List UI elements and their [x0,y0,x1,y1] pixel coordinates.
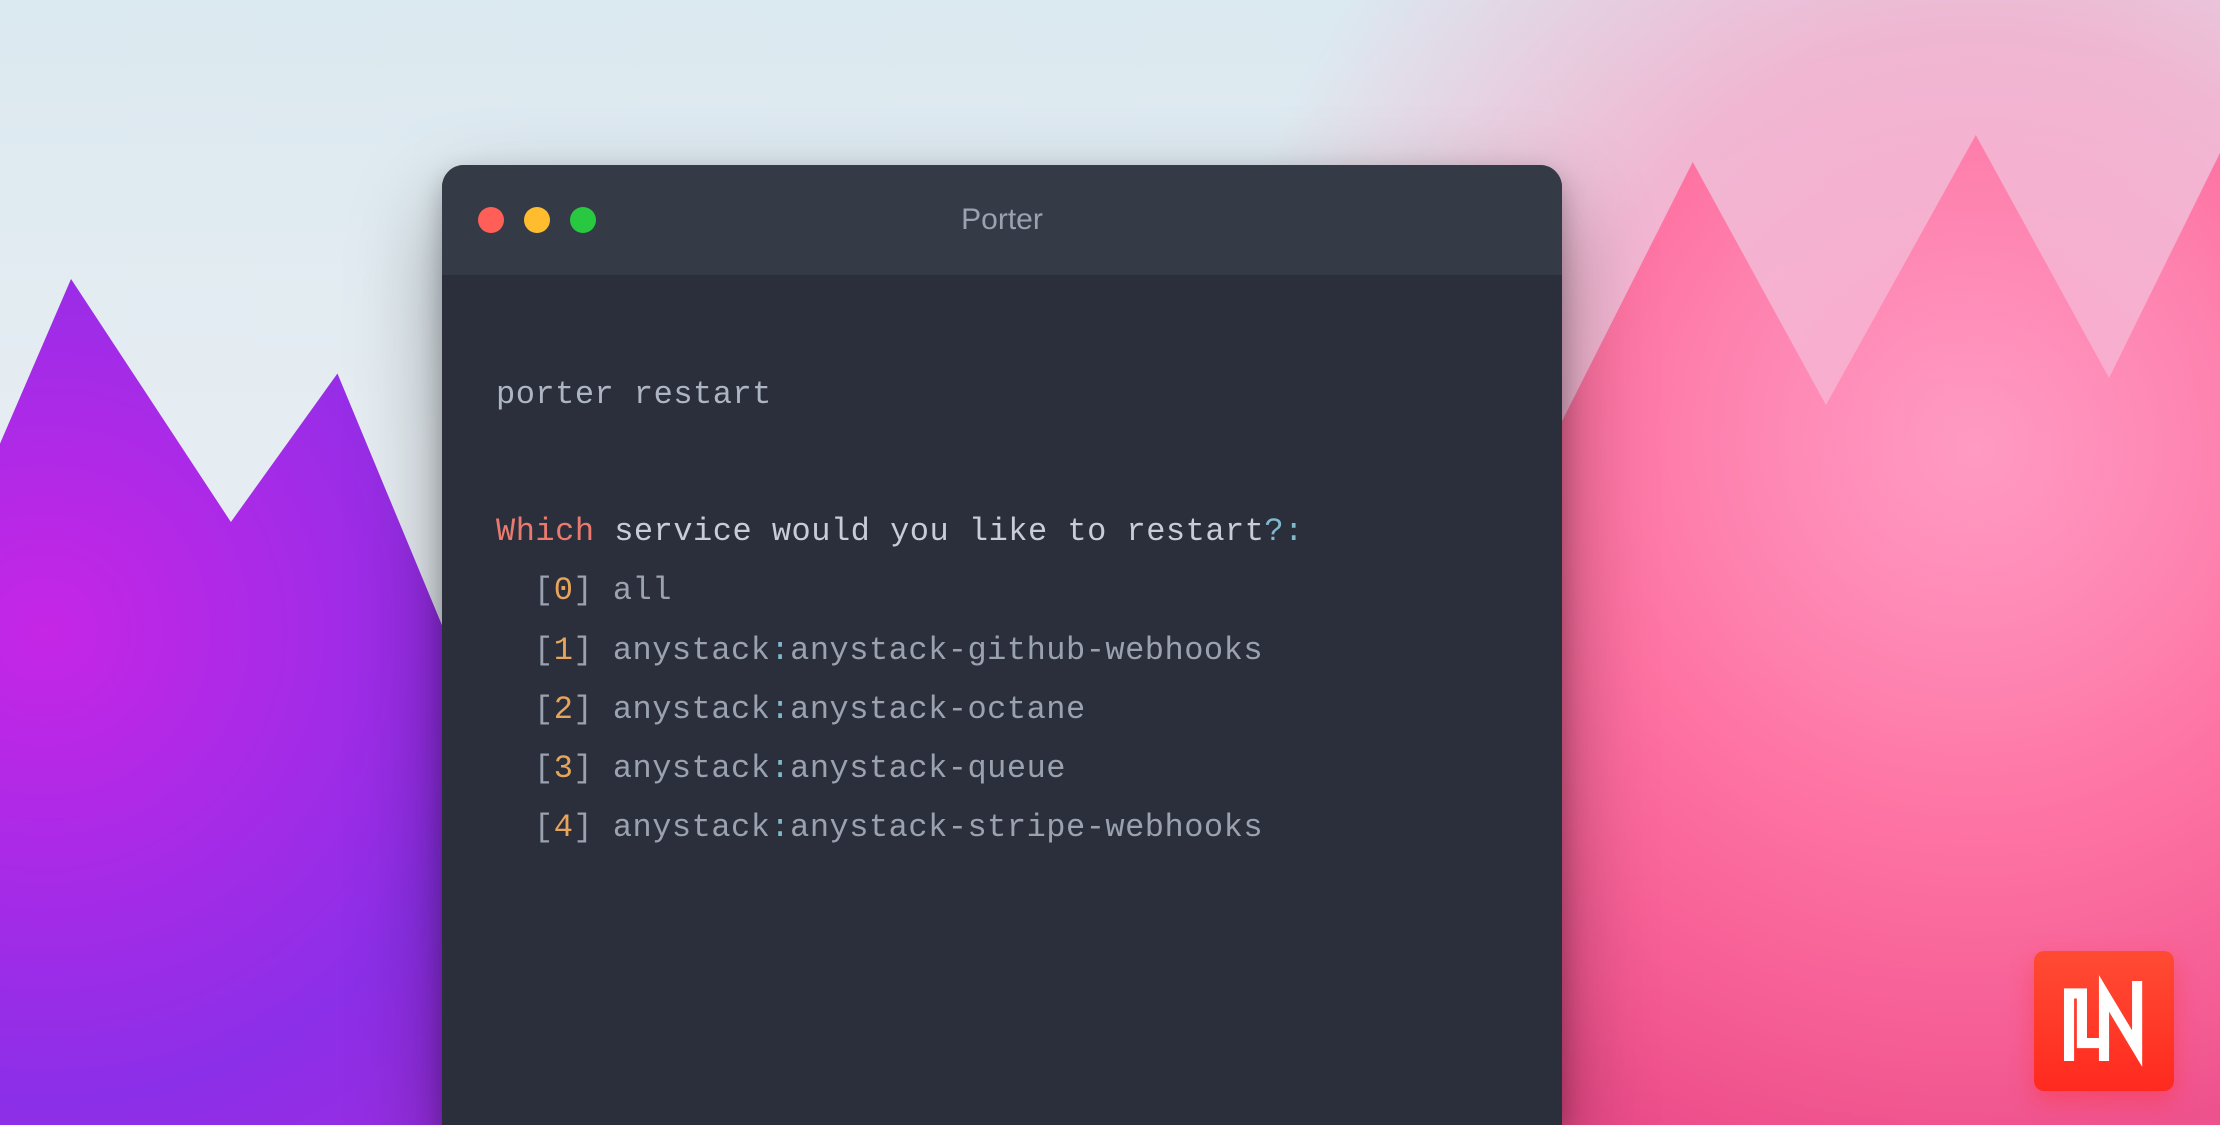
prompt-which: Which [496,513,595,550]
option-label-pre: anystack [613,750,771,787]
option-label-post: anystack-github-webhooks [790,632,1263,669]
terminal-body[interactable]: porter restart Which service would you l… [442,275,1562,857]
bracket-open: [ [534,691,554,728]
separator-colon: : [770,750,790,787]
maximize-button[interactable] [570,207,596,233]
bracket-close: ] [573,632,593,669]
option-index: 2 [554,691,574,728]
separator-colon: : [770,691,790,728]
option-row[interactable]: [1] anystack:anystack-github-webhooks [534,621,1508,680]
bracket-open: [ [534,750,554,787]
separator-colon: : [770,809,790,846]
minimize-button[interactable] [524,207,550,233]
bracket-close: ] [573,809,593,846]
option-index: 0 [554,572,574,609]
close-button[interactable] [478,207,504,233]
option-index: 1 [554,632,574,669]
window-titlebar[interactable]: Porter [442,165,1562,275]
option-label-pre: anystack [613,809,771,846]
option-label-pre: anystack [613,691,771,728]
command-line: porter restart [496,365,1508,424]
options-list: [0] all [1] anystack:anystack-github-web… [534,561,1508,857]
bracket-close: ] [573,572,593,609]
prompt-terminator: ?: [1264,513,1303,550]
logo-icon [2058,975,2150,1067]
bracket-close: ] [573,691,593,728]
prompt-text: service would you like to restart [595,513,1265,550]
option-index: 3 [554,750,574,787]
separator-colon: : [770,632,790,669]
window-title: Porter [442,203,1562,237]
logo-badge [2034,951,2174,1091]
bracket-open: [ [534,809,554,846]
option-index: 4 [554,809,574,846]
bracket-open: [ [534,572,554,609]
option-label-post: anystack-octane [790,691,1086,728]
option-label-pre: anystack [613,632,771,669]
traffic-lights [478,207,596,233]
option-row[interactable]: [3] anystack:anystack-queue [534,739,1508,798]
bracket-close: ] [573,750,593,787]
terminal-window: Porter porter restart Which service woul… [442,165,1562,1125]
option-row[interactable]: [2] anystack:anystack-octane [534,680,1508,739]
prompt-line: Which service would you like to restart?… [496,502,1508,561]
option-label: all [613,572,672,609]
bracket-open: [ [534,632,554,669]
option-label-post: anystack-stripe-webhooks [790,809,1263,846]
option-label-post: anystack-queue [790,750,1066,787]
option-row[interactable]: [4] anystack:anystack-stripe-webhooks [534,798,1508,857]
option-row[interactable]: [0] all [534,561,1508,620]
